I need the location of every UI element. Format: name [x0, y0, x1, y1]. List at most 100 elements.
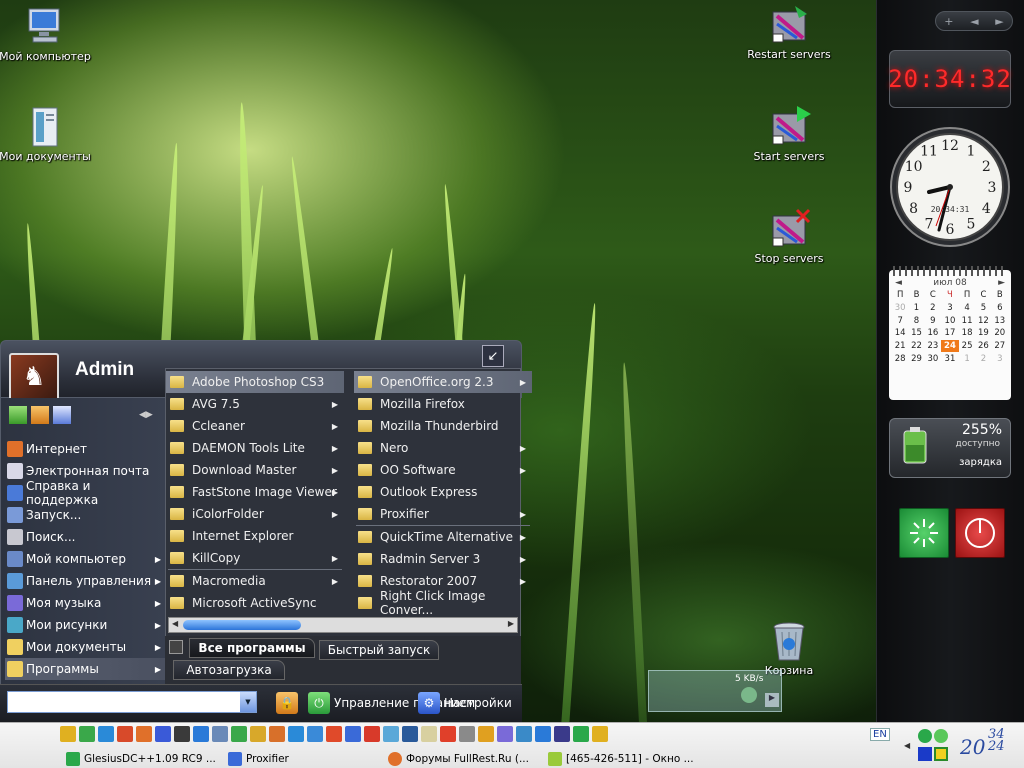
- desktop-icon-start-servers[interactable]: Start servers: [741, 106, 837, 163]
- program-item[interactable]: KillCopy ▶: [166, 547, 344, 569]
- calendar-day[interactable]: 27: [992, 340, 1008, 353]
- calendar-day[interactable]: 22: [908, 340, 924, 353]
- quick-launch-icon[interactable]: [174, 726, 190, 742]
- calendar-day[interactable]: 15: [908, 327, 924, 340]
- calendar-day[interactable]: 30: [925, 352, 941, 365]
- program-item[interactable]: Nero ▶: [354, 437, 532, 459]
- calendar-day[interactable]: 3: [992, 352, 1008, 365]
- pager-arrows[interactable]: ◀▶: [139, 410, 153, 420]
- collapse-icon[interactable]: [169, 640, 183, 654]
- calendar-day[interactable]: 6: [992, 302, 1008, 315]
- program-item[interactable]: Mozilla Thunderbird: [354, 415, 532, 437]
- quick-launch-icon[interactable]: [554, 726, 570, 742]
- add-gadget-button[interactable]: +: [944, 15, 953, 28]
- calendar-day[interactable]: 9: [925, 314, 941, 327]
- calendar-day[interactable]: 28: [892, 352, 908, 365]
- logoff-icon[interactable]: [31, 406, 49, 424]
- settings-button[interactable]: ⚙ Настройки: [418, 692, 512, 714]
- calendar-day[interactable]: 2: [975, 352, 991, 365]
- calendar-day[interactable]: 30: [892, 302, 908, 315]
- program-item[interactable]: QuickTime Alternative ▶: [354, 526, 532, 548]
- calendar-day[interactable]: 4: [959, 302, 975, 315]
- tray-expand-icon[interactable]: ◀: [904, 741, 910, 750]
- calendar-day[interactable]: 2: [925, 302, 941, 315]
- scrollbar-thumb[interactable]: [183, 620, 301, 630]
- start-menu-item[interactable]: Мои документы ▶: [5, 636, 165, 658]
- program-item[interactable]: OO Software ▶: [354, 459, 532, 481]
- program-item[interactable]: iColorFolder ▶: [166, 503, 344, 525]
- quick-launch-icon[interactable]: [402, 726, 418, 742]
- program-item[interactable]: Radmin Server 3 ▶: [354, 548, 532, 570]
- quick-launch-icon[interactable]: [193, 726, 209, 742]
- calendar-day[interactable]: 8: [908, 314, 924, 327]
- quick-launch-icon[interactable]: [383, 726, 399, 742]
- tray-icon[interactable]: [918, 729, 932, 743]
- programs-scrollbar[interactable]: ◀ ▶: [168, 617, 518, 633]
- quick-launch-icon[interactable]: [535, 726, 551, 742]
- calendar-day[interactable]: 10: [941, 314, 959, 327]
- language-indicator[interactable]: EN: [870, 728, 890, 741]
- tab-quick-launch[interactable]: Быстрый запуск: [319, 640, 439, 660]
- calendar-day[interactable]: 7: [892, 314, 908, 327]
- taskbar-task[interactable]: Форумы FullRest.Ru (...: [388, 750, 529, 767]
- battery-gadget[interactable]: 255% доступно зарядка: [889, 418, 1011, 478]
- search-input[interactable]: ▼: [7, 691, 257, 713]
- chevron-down-icon[interactable]: ▼: [240, 692, 256, 712]
- digital-clock-gadget[interactable]: 20:34:32: [888, 50, 1011, 108]
- program-item[interactable]: Ccleaner ▶: [166, 415, 344, 437]
- calendar-day[interactable]: 1: [908, 302, 924, 315]
- start-menu-item[interactable]: Интернет: [5, 438, 165, 460]
- start-button[interactable]: [16, 727, 34, 745]
- tray-icon[interactable]: [934, 729, 948, 743]
- calendar-day[interactable]: 12: [975, 314, 991, 327]
- quick-launch-icon[interactable]: [592, 726, 608, 742]
- calendar-day[interactable]: 19: [975, 327, 991, 340]
- start-menu-item[interactable]: Запуск...: [5, 504, 165, 526]
- quick-launch-icon[interactable]: [288, 726, 304, 742]
- quick-launch-icon[interactable]: [345, 726, 361, 742]
- quick-launch-icon[interactable]: [60, 726, 76, 742]
- desktop-icon-stop-servers[interactable]: Stop servers: [741, 208, 837, 265]
- program-item[interactable]: DAEMON Tools Lite ▶: [166, 437, 344, 459]
- start-menu-item[interactable]: Моя музыка ▶: [5, 592, 165, 614]
- program-item[interactable]: AVG 7.5 ▶: [166, 393, 344, 415]
- start-menu-item[interactable]: Панель управления ▶: [5, 570, 165, 592]
- tab-all-programs[interactable]: Все программы: [189, 638, 315, 658]
- start-menu-item[interactable]: Программы ▶: [5, 658, 165, 680]
- quick-launch-icon[interactable]: [459, 726, 475, 742]
- quick-launch-icon[interactable]: [573, 726, 589, 742]
- scroll-right-icon[interactable]: ▶: [508, 619, 514, 628]
- desktop-icon-recycle-bin[interactable]: Корзина: [741, 620, 837, 677]
- add-user-icon[interactable]: [9, 406, 27, 424]
- program-item[interactable]: Mozilla Firefox: [354, 393, 532, 415]
- quick-launch-icon[interactable]: [516, 726, 532, 742]
- program-item[interactable]: Macromedia ▶: [166, 570, 344, 592]
- network-speed-widget[interactable]: 5 KB/s ▶: [648, 670, 782, 712]
- calendar-day[interactable]: 26: [975, 340, 991, 353]
- start-menu-item[interactable]: Поиск...: [5, 526, 165, 548]
- program-item[interactable]: Microsoft ActiveSync: [166, 592, 344, 614]
- calendar-day[interactable]: 14: [892, 327, 908, 340]
- quick-launch-icon[interactable]: [212, 726, 228, 742]
- quick-launch-icon[interactable]: [440, 726, 456, 742]
- quick-launch-icon[interactable]: [117, 726, 133, 742]
- quick-launch-icon[interactable]: [307, 726, 323, 742]
- calendar-day[interactable]: 11: [959, 314, 975, 327]
- calendar-day[interactable]: 23: [925, 340, 941, 353]
- calendar-day[interactable]: 18: [959, 327, 975, 340]
- calendar-day[interactable]: 13: [992, 314, 1008, 327]
- desktop-icon-my-documents[interactable]: Мои документы: [0, 106, 93, 163]
- quick-launch-icon[interactable]: [250, 726, 266, 742]
- calendar-gadget[interactable]: ◄ июл 08 ► ПВСЧПСВ 30 1 2 3 4 5 6 7 8 9 10 11 12 13 14…: [889, 266, 1011, 400]
- calendar-day[interactable]: 16: [925, 327, 941, 340]
- calendar-day[interactable]: 3: [941, 302, 959, 315]
- quick-launch-icon[interactable]: [364, 726, 380, 742]
- taskbar-task[interactable]: [465-426-511] - Окно ...: [548, 750, 694, 767]
- quick-launch-icon[interactable]: [79, 726, 95, 742]
- program-item[interactable]: Right Click Image Conver...: [354, 589, 532, 617]
- prev-button[interactable]: ◄: [970, 15, 978, 28]
- next-month-button[interactable]: ►: [998, 278, 1005, 288]
- taskbar-task[interactable]: Proxifier: [228, 750, 289, 767]
- program-item[interactable]: Adobe Photoshop CS3: [166, 371, 344, 393]
- desktop-icon-restart-servers[interactable]: Restart servers: [741, 4, 837, 61]
